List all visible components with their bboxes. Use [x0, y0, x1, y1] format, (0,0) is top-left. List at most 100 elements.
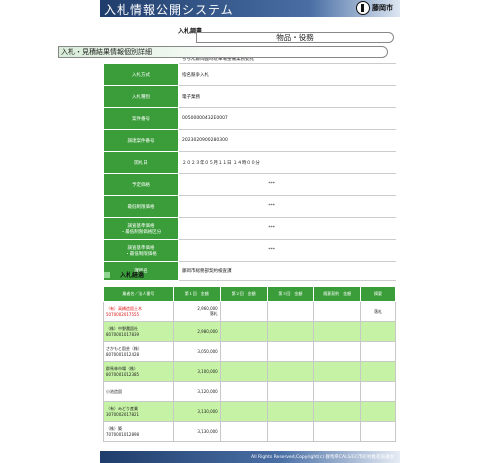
page-title: 入札・見積結果情報個別詳細	[61, 48, 152, 56]
detail-row: 入札種別 電子業務	[103, 85, 396, 108]
empty-cell	[219, 401, 268, 422]
empty-cell	[313, 361, 362, 382]
detail-row: 調査基準価格 ・最低制限価格区分 ***	[103, 217, 396, 240]
results-header: 第２回 金額	[219, 286, 268, 302]
note-cell	[360, 401, 396, 422]
empty-cell	[219, 321, 268, 342]
detail-label: 案件番号	[103, 107, 179, 130]
round1-amount: 2,980,000	[172, 321, 221, 342]
results-header: 摘要	[360, 286, 396, 302]
section-marker-icon	[104, 271, 110, 278]
note-cell	[360, 341, 396, 362]
detail-value: 2023020900280300	[178, 129, 396, 152]
empty-cell	[266, 381, 315, 402]
note-cell	[360, 421, 396, 442]
detail-row: 予定価格 ***	[103, 173, 396, 196]
results-header: 第１回 金額	[172, 286, 221, 302]
corporate-number: 8070001012428	[106, 352, 140, 357]
note-cell	[360, 381, 396, 402]
round1-amount: 3,120,000	[172, 381, 221, 402]
results-header: 随意契約 金額	[313, 286, 362, 302]
table-row: さかもと園芸（株） 8070001012428 3,050,000	[103, 341, 396, 362]
empty-cell	[266, 401, 315, 422]
empty-cell	[266, 341, 315, 362]
round1-amount: 3,130,000	[172, 421, 221, 442]
empty-cell	[266, 321, 315, 342]
table-row: （株）築 7070001012898 3,130,000	[103, 421, 396, 442]
round1-amount: 3,130,000	[172, 401, 221, 422]
detail-row: 調査基準価格 ・最低制限価格 ***	[103, 239, 396, 262]
detail-value: 藤岡市総務部契約検査課	[178, 261, 396, 281]
detail-value: ***	[178, 217, 279, 240]
bid-detail-table: 件名 ららん藤岡臨時駐車場整備業務委託 入札方式 指名競争入札 入札種別 電子業務 案件番号…	[103, 53, 396, 281]
detail-label: 調査基準価格 ・最低制限価格	[103, 239, 179, 262]
detail-value: ***	[178, 173, 279, 196]
app-title: 入札情報公開システム	[104, 3, 234, 17]
detail-blank	[278, 217, 396, 240]
note-cell: 落札	[360, 301, 396, 322]
page-title-pill: 入札・見積結果情報個別詳細	[58, 46, 388, 58]
note-cell	[360, 321, 396, 342]
detail-row: 最低制限価格 ***	[103, 195, 396, 218]
detail-label: 入札種別	[103, 85, 179, 108]
detail-blank	[278, 173, 396, 196]
results-header: 業者名／法人番号	[103, 286, 174, 302]
detail-row: 入札方式 指名競争入札	[103, 63, 396, 86]
detail-blank	[278, 195, 396, 218]
empty-cell	[266, 301, 315, 322]
corporate-number: 7070001012898	[106, 432, 140, 437]
empty-cell	[313, 381, 362, 402]
detail-label: 最低制限価格	[103, 195, 179, 218]
empty-cell	[313, 341, 362, 362]
detail-label: 予定価格	[103, 173, 179, 196]
table-row: 群馬林市場（株） 8070001012385 3,100,000	[103, 361, 396, 382]
detail-row: 調達案件番号 2023020900280300	[103, 129, 396, 152]
table-row: （有）高橋造園土木 5070002017555 2,960,000 落札 落札	[103, 301, 396, 322]
category-pill: 物品・役務	[196, 32, 394, 43]
bidder-cell: さかもと園芸（株） 8070001012428	[103, 341, 174, 362]
empty-cell	[219, 381, 268, 402]
bidder-cell: 群馬林市場（株） 8070001012385	[103, 361, 174, 382]
detail-row: 課所名 藤岡市総務部契約検査課	[103, 261, 396, 281]
detail-value: 00500000432E0007	[178, 107, 396, 130]
city-logo-area: 藤岡市	[356, 1, 393, 15]
empty-cell	[219, 361, 268, 382]
round1-amount: 2,960,000 落札	[172, 301, 221, 322]
table-row: 小池造園 3,120,000	[103, 381, 396, 402]
corporate-number: 3070002017821	[106, 412, 140, 417]
empty-cell	[219, 301, 268, 322]
detail-value: 指名競争入札	[178, 63, 396, 86]
round1-amount: 3,050,000	[172, 341, 221, 362]
app-header: 入札情報公開システム 藤岡市	[0, 0, 500, 17]
city-name: 藤岡市	[372, 4, 393, 12]
table-row: （有）みどり産業 3070002017821 3,130,000	[103, 401, 396, 422]
empty-cell	[219, 341, 268, 362]
empty-cell	[266, 421, 315, 442]
detail-row: 開札日 ２０２３年０５月１１日 １４時００分	[103, 151, 396, 174]
table-row: （株）中野農園社 8070001017839 2,980,000	[103, 321, 396, 342]
detail-label: 調達案件番号	[103, 129, 179, 152]
footer: All Rights Reserved,Copyright(c) 群馬県CALS…	[100, 451, 400, 463]
round1-amount: 3,100,000	[172, 361, 221, 382]
bidder-cell: （株）中野農園社 8070001017839	[103, 321, 174, 342]
empty-cell	[313, 401, 362, 422]
detail-label: 開札日	[103, 151, 179, 174]
empty-cell	[313, 301, 362, 322]
empty-cell	[313, 421, 362, 442]
results-header: 第３回 金額	[266, 286, 315, 302]
detail-label: 調査基準価格 ・最低制限価格区分	[103, 217, 179, 240]
detail-value: ２０２３年０５月１１日 １４時００分	[178, 151, 396, 174]
bidder-cell: 小池造園	[103, 381, 174, 402]
detail-value: ***	[178, 195, 279, 218]
detail-value: ***	[178, 239, 279, 262]
detail-value: 電子業務	[178, 85, 396, 108]
empty-cell	[313, 321, 362, 342]
city-emblem-icon	[356, 1, 370, 15]
bidder-cell: （有）高橋造園土木 5070002017555	[103, 301, 174, 322]
empty-cell	[219, 421, 268, 442]
bidder-name: 小池造園	[106, 388, 122, 394]
detail-label: 入札方式	[103, 63, 179, 86]
empty-cell	[266, 361, 315, 382]
bidder-cell: （株）築 7070001012898	[103, 421, 174, 442]
detail-row: 案件番号 00500000432E0007	[103, 107, 396, 130]
